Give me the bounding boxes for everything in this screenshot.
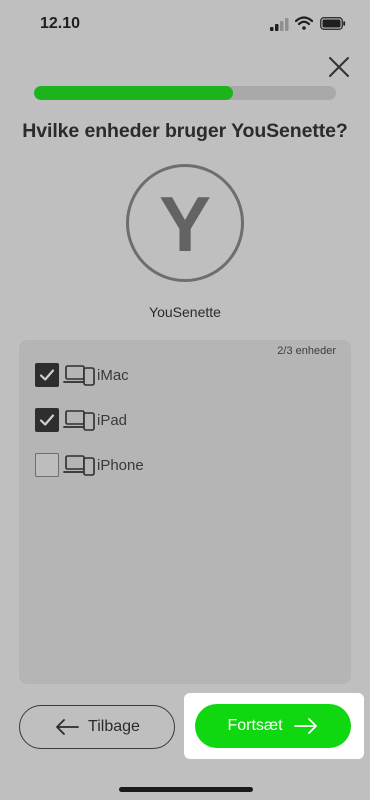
avatar: Y xyxy=(126,164,244,282)
progress-bar xyxy=(34,86,336,100)
status-bar: 12.10 xyxy=(0,0,370,50)
checkbox-ipad[interactable] xyxy=(35,408,59,432)
continue-button[interactable]: Fortsæt xyxy=(195,704,351,748)
home-indicator xyxy=(119,787,253,792)
wifi-icon xyxy=(295,16,313,30)
devices-icon xyxy=(63,410,95,431)
continue-button-label: Fortsæt xyxy=(227,717,283,734)
back-button[interactable]: Tilbage xyxy=(19,705,175,749)
status-time: 12.10 xyxy=(40,15,81,32)
device-label: iPhone xyxy=(97,456,144,474)
device-label: iMac xyxy=(97,366,129,384)
arrow-right-icon xyxy=(293,718,317,734)
page-title: Hvilke enheder bruger YouSenette? xyxy=(22,120,348,142)
close-icon[interactable] xyxy=(326,54,352,80)
device-label: iPad xyxy=(97,411,128,429)
devices-icon xyxy=(63,365,95,386)
avatar-initial: Y xyxy=(158,180,212,268)
device-count: 2/3 enheder xyxy=(277,345,336,357)
devices-icon xyxy=(63,455,95,476)
device-row-iphone[interactable]: iPhone xyxy=(35,452,144,478)
progress-fill xyxy=(34,86,234,100)
checkbox-iphone[interactable] xyxy=(35,453,59,477)
checkbox-imac[interactable] xyxy=(35,363,59,387)
back-button-label: Tilbage xyxy=(88,718,140,735)
check-icon xyxy=(39,414,55,426)
arrow-left-icon xyxy=(56,719,79,735)
device-row-ipad[interactable]: iPad xyxy=(35,407,127,433)
check-icon xyxy=(39,369,55,381)
profile-name: YouSenette xyxy=(149,304,221,320)
device-row-imac[interactable]: iMac xyxy=(35,362,129,388)
signal-icon xyxy=(270,18,289,31)
battery-icon xyxy=(320,17,346,30)
device-panel: 2/3 enheder iMac iPad iPhone xyxy=(19,340,351,684)
